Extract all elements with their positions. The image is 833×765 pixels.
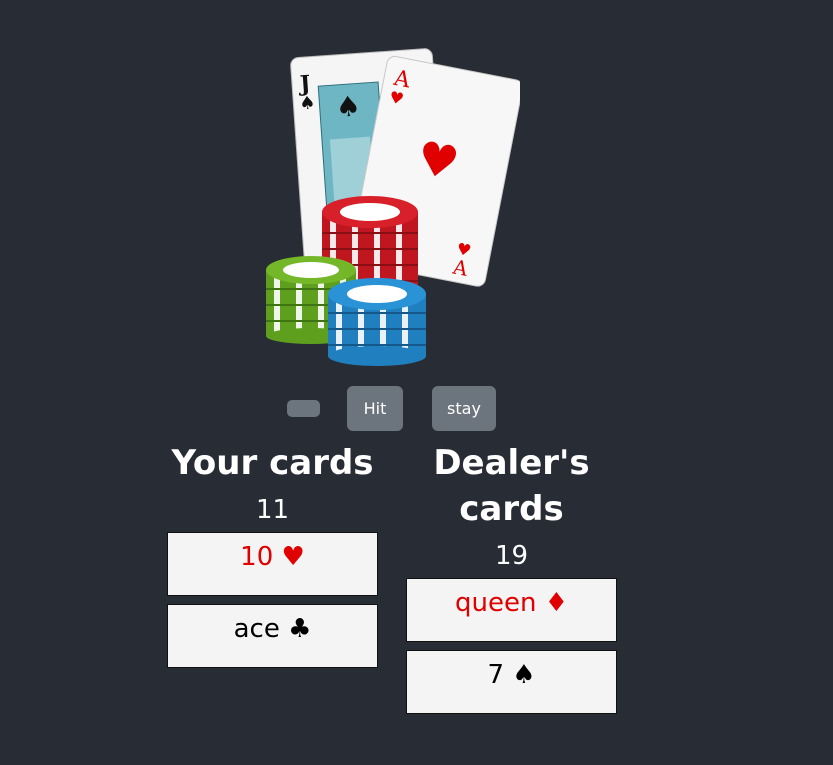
player-card: 10 ♥ — [167, 532, 378, 596]
dealer-total: 19 — [494, 541, 529, 571]
svg-text:♠: ♠ — [335, 89, 362, 124]
player-card: ace ♣ — [167, 604, 378, 668]
cards-and-chips-image: J ♠ ♠ A ♥ ♥ ♥ A — [266, 48, 520, 366]
player-hand: Your cards 11 10 ♥ ace ♣ — [167, 440, 378, 676]
unlabeled-button[interactable] — [287, 400, 320, 417]
dealer-heading: Dealer's cards — [433, 443, 590, 529]
svg-text:♠: ♠ — [299, 92, 317, 114]
dealer-card: queen ♦ — [406, 578, 617, 642]
player-heading: Your cards — [171, 443, 374, 483]
dealer-hand: Dealer's cards 19 queen ♦ 7 ♠ — [406, 440, 617, 722]
game-controls: Hit stay — [0, 386, 833, 432]
player-total: 11 — [255, 495, 290, 525]
stay-button[interactable]: stay — [432, 386, 496, 431]
hit-button[interactable]: Hit — [347, 386, 403, 431]
dealer-card: 7 ♠ — [406, 650, 617, 714]
